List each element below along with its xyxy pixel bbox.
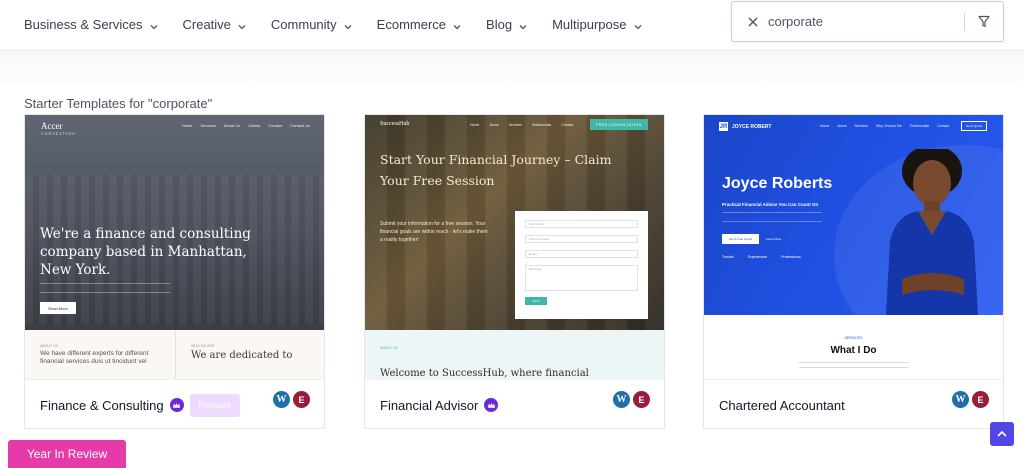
template-card[interactable]: JR JOYCE ROBERT Home About Services Why Choo… bbox=[703, 114, 1004, 429]
preview-headline: Joyce Roberts bbox=[722, 175, 833, 192]
card-footer: Financial Advisor W E bbox=[365, 379, 664, 428]
template-preview[interactable]: SuccessHub Home About Services Testimonials… bbox=[365, 115, 664, 379]
chevron-down-icon bbox=[518, 20, 528, 30]
section-heading: We are dedicated to bbox=[191, 350, 293, 361]
form-field: Message bbox=[525, 265, 638, 291]
preview-logo: SuccessHub bbox=[380, 121, 410, 127]
chevron-down-icon bbox=[633, 20, 643, 30]
nav-ecommerce[interactable]: Ecommerce bbox=[377, 17, 462, 32]
preview-form: First Name Phone Number Email Message Se… bbox=[515, 211, 648, 319]
header-shadow-band bbox=[0, 50, 1024, 90]
elementor-icon: E bbox=[293, 391, 310, 408]
chevron-down-icon bbox=[343, 20, 353, 30]
preview-headline: Start Your Financial Journey – Claim You… bbox=[380, 152, 612, 188]
divider bbox=[175, 330, 176, 379]
nav-blog[interactable]: Blog bbox=[486, 17, 528, 32]
preview-subtext bbox=[722, 212, 822, 222]
search-input[interactable] bbox=[768, 3, 964, 40]
elementor-icon: E bbox=[972, 391, 989, 408]
nav-label: Multipurpose bbox=[552, 17, 627, 32]
template-title[interactable]: Financial Advisor bbox=[380, 398, 478, 413]
chevron-down-icon bbox=[237, 20, 247, 30]
wordpress-icon: W bbox=[273, 391, 290, 408]
nav-multipurpose[interactable]: Multipurpose bbox=[552, 17, 642, 32]
section-heading: What I Do bbox=[830, 345, 877, 356]
results-heading: Starter Templates for "corporate" bbox=[24, 96, 213, 111]
nav-label: Ecommerce bbox=[376, 17, 447, 32]
template-card[interactable]: SuccessHub Home About Services Testimonials… bbox=[364, 114, 665, 429]
section-label: ABOUT US bbox=[380, 346, 398, 350]
nav-community[interactable]: Community bbox=[271, 17, 353, 32]
preview-lower-section: SERVICES What I Do bbox=[704, 315, 1003, 379]
preview-tagline: Practical Financial Advice You Can Count… bbox=[722, 202, 819, 207]
clear-search-icon[interactable] bbox=[738, 2, 768, 42]
wordpress-icon: W bbox=[952, 391, 969, 408]
nav-label: Business & Services bbox=[24, 17, 143, 32]
top-navigation: Business & Services Creative Community E… bbox=[0, 0, 1024, 50]
form-field: First Name bbox=[525, 220, 638, 228]
section-label: ABOUT US bbox=[40, 344, 58, 348]
wordpress-icon: W bbox=[613, 391, 630, 408]
preview-button: Get A Free Quote bbox=[722, 234, 759, 244]
preview-subtext bbox=[40, 283, 170, 293]
template-card[interactable]: Accer CONSULTING Home Services About Us Clie… bbox=[24, 114, 325, 429]
chevron-up-icon bbox=[997, 430, 1007, 437]
section-heading: Welcome to SuccessHub, where financial bbox=[380, 368, 589, 379]
form-send-button: Send bbox=[525, 297, 547, 305]
person-photo bbox=[886, 149, 978, 315]
preview-menu: Home Services About Us Clients Contact Contac… bbox=[181, 123, 310, 128]
search-box bbox=[731, 1, 1004, 42]
card-footer: Finance & Consulting Premium W E bbox=[25, 379, 324, 428]
platform-icons: W E bbox=[613, 391, 650, 408]
preview-button: Read More bbox=[40, 302, 76, 314]
premium-crown-icon bbox=[484, 398, 499, 412]
template-title[interactable]: Chartered Accountant bbox=[719, 398, 845, 413]
filter-icon[interactable] bbox=[965, 2, 1003, 42]
preview-text: Submit your information for a free sessi… bbox=[380, 221, 488, 243]
preview-cta-button: Get A Quote bbox=[961, 121, 987, 131]
nav-creative[interactable]: Creative bbox=[183, 17, 247, 32]
preview-menu: Home About Services Testimonials Contact bbox=[470, 123, 574, 127]
chevron-down-icon bbox=[149, 20, 159, 30]
nav-label: Blog bbox=[486, 17, 513, 32]
platform-icons: W E bbox=[273, 391, 310, 408]
preview-cta-button: FREE CONSULTATION bbox=[590, 119, 648, 130]
preview-headline: We're a finance and consulting company b… bbox=[40, 226, 251, 278]
scroll-to-top-button[interactable] bbox=[990, 422, 1014, 446]
preview-logo: Accer CONSULTING bbox=[41, 121, 77, 136]
section-text: We have different experts for different … bbox=[40, 350, 149, 365]
form-field: Email bbox=[525, 250, 638, 258]
preview-checks: Trusted Experienced Professional bbox=[722, 255, 801, 259]
preview-lower-section: ABOUT US We have different experts for d… bbox=[25, 330, 324, 379]
preview-logo: JR JOYCE ROBERT bbox=[719, 122, 772, 131]
form-field: Phone Number bbox=[525, 235, 638, 243]
preview-lower-section: ABOUT US Welcome to SuccessHub, where fi… bbox=[365, 330, 664, 379]
nav-business-services[interactable]: Business & Services bbox=[24, 17, 159, 32]
chevron-down-icon bbox=[452, 20, 462, 30]
elementor-icon: E bbox=[633, 391, 650, 408]
section-label: SERVICES bbox=[844, 336, 863, 340]
preview-link: Learn More bbox=[766, 237, 782, 241]
template-title[interactable]: Finance & Consulting bbox=[40, 398, 164, 413]
template-preview[interactable]: JR JOYCE ROBERT Home About Services Why Choo… bbox=[704, 115, 1003, 379]
premium-crown-icon bbox=[169, 398, 184, 412]
section-text bbox=[799, 362, 909, 368]
platform-icons: W E bbox=[952, 391, 989, 408]
nav-label: Community bbox=[270, 17, 337, 32]
year-in-review-button[interactable]: Year In Review bbox=[8, 440, 126, 468]
template-preview[interactable]: Accer CONSULTING Home Services About Us Clie… bbox=[25, 115, 324, 379]
section-label: WHO WE ARE bbox=[191, 344, 215, 348]
premium-tooltip: Premium bbox=[189, 393, 240, 417]
card-footer: Chartered Accountant W E bbox=[704, 379, 1003, 428]
preview-menu: Home About Services Why Choose Me Testimonia… bbox=[820, 124, 950, 128]
nav-label: Creative bbox=[182, 17, 231, 32]
